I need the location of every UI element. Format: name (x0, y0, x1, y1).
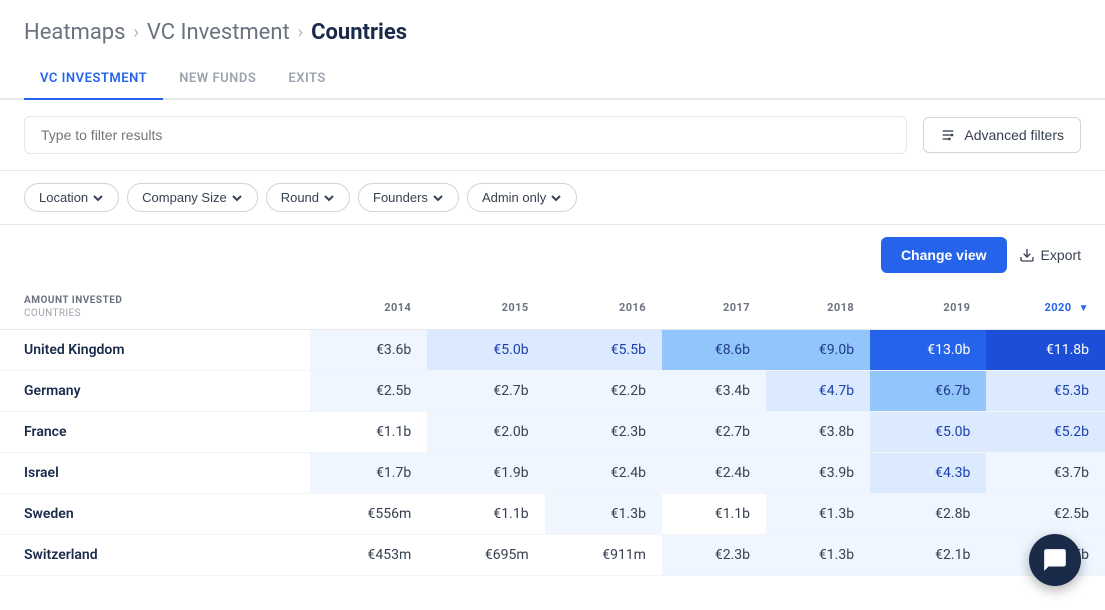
data-cell: €1.1b (427, 494, 544, 535)
search-row: Advanced filters (0, 100, 1105, 171)
filter-icon (940, 127, 956, 143)
countries-subheader: Countries (24, 308, 81, 319)
data-cell: €11.8b (986, 330, 1105, 371)
data-cell: €5.5b (545, 330, 662, 371)
data-cell: €2.1b (870, 535, 986, 576)
data-cell: €695m (427, 535, 544, 576)
col-header-2017[interactable]: 2017 (662, 285, 766, 330)
data-cell: €2.8b (870, 494, 986, 535)
data-cell: €5.0b (870, 412, 986, 453)
data-cell: €1.1b (662, 494, 766, 535)
chevron-down-icon (432, 192, 444, 204)
col-header-2015[interactable]: 2015 (427, 285, 544, 330)
data-cell: €1.3b (766, 494, 870, 535)
col-header-2016[interactable]: 2016 (545, 285, 662, 330)
table-row: France€1.1b€2.0b€2.3b€2.7b€3.8b€5.0b€5.2… (0, 412, 1105, 453)
data-cell: €3.6b (310, 330, 427, 371)
tabs-bar: VC INVESTMENT NEW FUNDS EXITS (0, 61, 1105, 100)
chevron-down-icon (550, 192, 562, 204)
filter-founders[interactable]: Founders (358, 183, 459, 212)
filter-round[interactable]: Round (266, 183, 350, 212)
col-header-2014[interactable]: 2014 (310, 285, 427, 330)
data-cell: €4.3b (870, 453, 986, 494)
data-cell: €8.6b (662, 330, 766, 371)
tab-new-funds[interactable]: NEW FUNDS (163, 61, 272, 100)
chat-bubble[interactable] (1029, 534, 1081, 586)
download-icon (1019, 247, 1035, 263)
export-button[interactable]: Export (1019, 247, 1081, 263)
data-cell: €5.0b (427, 330, 544, 371)
data-cell: €2.3b (662, 535, 766, 576)
tab-vc-investment[interactable]: VC INVESTMENT (24, 61, 163, 100)
data-cell: €5.3b (986, 371, 1105, 412)
breadcrumb-sep-2: › (298, 22, 303, 43)
filter-company-size[interactable]: Company Size (127, 183, 258, 212)
filters-row: Location Company Size Round Founders Adm… (0, 171, 1105, 225)
data-cell: €1.9b (427, 453, 544, 494)
data-cell: €2.7b (662, 412, 766, 453)
data-cell: €3.7b (986, 453, 1105, 494)
data-cell: €2.2b (545, 371, 662, 412)
data-cell: €4.7b (766, 371, 870, 412)
tab-exits[interactable]: EXITS (272, 61, 342, 100)
data-cell: €2.4b (545, 453, 662, 494)
data-cell: €2.5b (986, 494, 1105, 535)
data-cell: €6.7b (870, 371, 986, 412)
table-row: Germany€2.5b€2.7b€2.2b€3.4b€4.7b€6.7b€5.… (0, 371, 1105, 412)
col-header-2020[interactable]: 2020 ▼ (986, 285, 1105, 330)
data-cell: €556m (310, 494, 427, 535)
country-name-cell: France (0, 412, 310, 453)
chevron-down-icon (92, 192, 104, 204)
data-table-wrapper: AMOUNT INVESTED Countries 2014 2015 2016… (0, 285, 1105, 576)
change-view-button[interactable]: Change view (881, 237, 1007, 273)
chevron-down-icon (323, 192, 335, 204)
data-cell: €2.7b (427, 371, 544, 412)
data-cell: €2.3b (545, 412, 662, 453)
chevron-down-icon (231, 192, 243, 204)
data-cell: €2.4b (662, 453, 766, 494)
data-table: AMOUNT INVESTED Countries 2014 2015 2016… (0, 285, 1105, 576)
amount-invested-header: AMOUNT INVESTED (24, 295, 122, 306)
data-cell: €2.0b (427, 412, 544, 453)
country-name-cell: Germany (0, 371, 310, 412)
data-cell: €3.9b (766, 453, 870, 494)
country-name-cell: Sweden (0, 494, 310, 535)
data-cell: €1.1b (310, 412, 427, 453)
data-cell: €5.2b (986, 412, 1105, 453)
data-cell: €1.3b (545, 494, 662, 535)
col-header-2019[interactable]: 2019 (870, 285, 986, 330)
filter-admin-only[interactable]: Admin only (467, 183, 577, 212)
breadcrumb-heatmaps[interactable]: Heatmaps (24, 20, 126, 45)
country-name-cell: Switzerland (0, 535, 310, 576)
breadcrumb-vc-investment[interactable]: VC Investment (147, 20, 290, 45)
search-input[interactable] (24, 116, 907, 154)
advanced-filters-button[interactable]: Advanced filters (923, 117, 1081, 153)
data-cell: €3.8b (766, 412, 870, 453)
table-controls: Change view Export (0, 225, 1105, 285)
data-cell: €911m (545, 535, 662, 576)
data-cell: €3.4b (662, 371, 766, 412)
data-cell: €13.0b (870, 330, 986, 371)
data-cell: €1.3b (766, 535, 870, 576)
data-cell: €9.0b (766, 330, 870, 371)
table-row: Israel€1.7b€1.9b€2.4b€2.4b€3.9b€4.3b€3.7… (0, 453, 1105, 494)
data-cell: €2.5b (310, 371, 427, 412)
data-cell: €1.7b (310, 453, 427, 494)
country-name-cell: Israel (0, 453, 310, 494)
chat-icon (1042, 547, 1068, 573)
sort-active-icon: ▼ (1079, 303, 1089, 314)
table-row: Switzerland€453m€695m€911m€2.3b€1.3b€2.1… (0, 535, 1105, 576)
table-row: United Kingdom€3.6b€5.0b€5.5b€8.6b€9.0b€… (0, 330, 1105, 371)
table-row: Sweden€556m€1.1b€1.3b€1.1b€1.3b€2.8b€2.5… (0, 494, 1105, 535)
country-name-cell: United Kingdom (0, 330, 310, 371)
breadcrumb: Heatmaps › VC Investment › Countries (0, 0, 1105, 61)
filter-location[interactable]: Location (24, 183, 119, 212)
breadcrumb-sep-1: › (134, 22, 139, 43)
data-cell: €453m (310, 535, 427, 576)
breadcrumb-countries: Countries (311, 20, 407, 45)
col-header-2018[interactable]: 2018 (766, 285, 870, 330)
